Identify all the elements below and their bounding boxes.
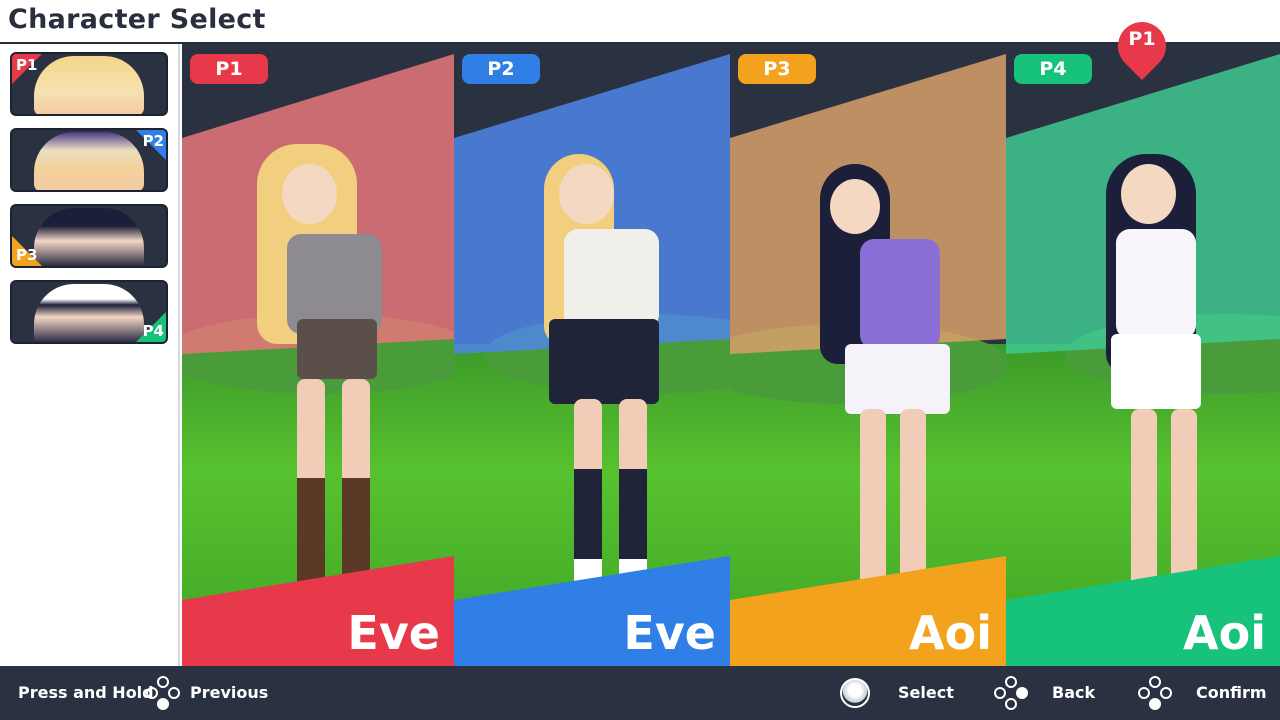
player-slot-sidebar: P1 P2 P3 P4 — [0, 44, 180, 666]
character-name-p3: Aoi — [909, 606, 992, 660]
button-cluster-icon — [1138, 676, 1172, 710]
character-skirt — [549, 319, 659, 404]
button-cluster-icon — [146, 676, 180, 710]
character-portrait-eve-visor — [34, 132, 144, 190]
player-panel-p3[interactable]: P3 Aoi — [730, 44, 1006, 666]
character-head — [282, 164, 337, 224]
character-portrait-eve — [34, 56, 144, 114]
character-shorts — [297, 319, 377, 379]
slot-thumbnail-p3[interactable]: P3 — [10, 204, 168, 268]
slot-thumbnail-p2[interactable]: P2 — [10, 128, 168, 192]
character-top — [564, 229, 659, 329]
character-head — [830, 179, 880, 234]
confirm-label[interactable]: Confirm — [1196, 666, 1267, 720]
character-model-eve — [534, 144, 694, 604]
player-panel-p2[interactable]: P2 Eve — [454, 44, 730, 666]
character-model-aoi — [1076, 144, 1236, 614]
character-name-p4: Aoi — [1183, 606, 1266, 660]
player-cursor-label: P1 — [1128, 28, 1156, 50]
character-name-p2: Eve — [623, 606, 716, 660]
slot-tag-p4: P4 — [142, 322, 164, 340]
page-title: Character Select — [8, 4, 266, 35]
character-name-p1: Eve — [347, 606, 440, 660]
select-label[interactable]: Select — [898, 666, 954, 720]
press-and-hold-label: Press and Hold — [18, 683, 154, 702]
player-panel-p1[interactable]: P1 Eve — [182, 44, 454, 666]
character-portrait-aoi — [34, 208, 144, 266]
player-badge-p2: P2 — [462, 54, 540, 84]
character-top — [1116, 229, 1196, 339]
slot-thumbnail-p1[interactable]: P1 — [10, 52, 168, 116]
character-leg-right — [342, 379, 370, 599]
button-cluster-icon — [994, 676, 1028, 710]
slot-tag-p3: P3 — [16, 246, 38, 264]
slot-tag-p1: P1 — [16, 56, 38, 74]
slot-tag-p2: P2 — [142, 132, 164, 150]
character-head — [1121, 164, 1176, 224]
control-hints-bar: Press and Hold Previous Select Back Conf… — [0, 666, 1280, 720]
character-portrait-aoi-visor — [34, 284, 144, 342]
character-leg-left — [297, 379, 325, 599]
character-skirt — [845, 344, 950, 414]
player-badge-p1: P1 — [190, 54, 268, 84]
player-badge-p3: P3 — [738, 54, 816, 84]
character-top — [860, 239, 940, 349]
character-model-aoi — [820, 164, 980, 614]
character-skirt — [1111, 334, 1201, 409]
header-bar: Character Select — [0, 0, 1280, 42]
character-model-eve — [242, 144, 402, 604]
player-badge-p4: P4 — [1014, 54, 1092, 84]
character-leg-right — [619, 399, 647, 599]
analog-stick-icon — [840, 678, 870, 708]
previous-label[interactable]: Previous — [190, 666, 268, 720]
back-label[interactable]: Back — [1052, 666, 1095, 720]
character-leg-left — [574, 399, 602, 599]
character-head — [559, 164, 614, 224]
slot-thumbnail-p4[interactable]: P4 — [10, 280, 168, 344]
player-panel-p4[interactable]: P4 Aoi — [1006, 44, 1280, 666]
